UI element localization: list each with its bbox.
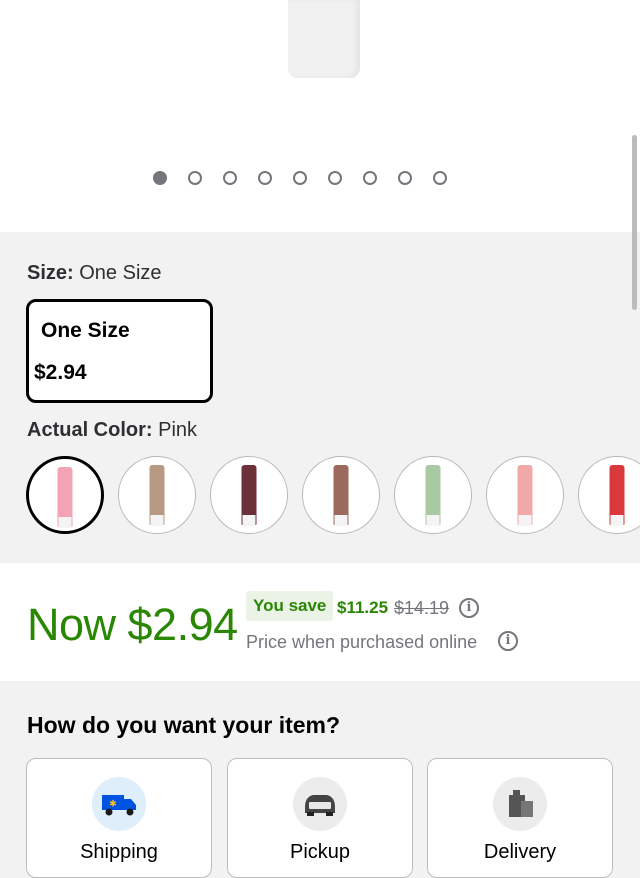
current-price: Now $2.94 [27,599,238,650]
online-price-note: Price when purchased online [246,632,478,652]
swatch-product-thumbnail [517,465,533,526]
info-icon[interactable]: i [459,598,479,618]
swatch-product-thumbnail [609,465,625,526]
price-section: Now $2.94 You save $11.25 $14.19 i Price… [0,563,640,681]
delivery-bag-icon [493,777,547,831]
color-label: Actual Color: [27,419,153,441]
size-option-price: $2.94 [34,361,87,384]
fulfillment-label: Shipping [80,841,158,863]
fulfillment-option-delivery[interactable]: Delivery [427,758,613,878]
product-image [288,0,360,78]
color-swatch[interactable] [210,456,288,534]
swatch-product-thumbnail [333,465,349,526]
fulfillment-label: Pickup [289,841,351,863]
swatch-product-thumbnail [241,465,257,526]
fulfillment-option-shipping[interactable]: ✱ Shipping [26,758,212,878]
size-label: Size: [27,262,74,284]
size-value: One Size [79,262,162,284]
swatch-product-thumbnail [425,465,441,526]
size-label-line: Size: One Size [27,262,162,285]
fulfillment-label: Delivery [483,841,557,863]
color-value: Pink [158,419,198,441]
svg-text:✱: ✱ [109,800,117,810]
color-swatch[interactable] [486,456,564,534]
carousel-dot[interactable] [153,171,167,185]
carousel-dot[interactable] [293,171,307,185]
fulfillment-title: How do you want your item? [27,712,341,738]
page-scrollbar[interactable] [632,135,637,310]
fulfillment-option-pickup[interactable]: Pickup [227,758,413,878]
carousel-dot[interactable] [328,171,342,185]
color-swatch[interactable] [118,456,196,534]
color-swatch[interactable] [578,456,640,534]
carousel-dot[interactable] [363,171,377,185]
pickup-car-icon [293,777,347,831]
color-swatch[interactable] [26,456,104,534]
carousel-dot[interactable] [398,171,412,185]
size-option-name: One Size [41,319,130,342]
swatch-product-thumbnail [57,467,73,528]
carousel-dot[interactable] [188,171,202,185]
color-swatch[interactable] [394,456,472,534]
color-label-line: Actual Color: Pink [27,419,197,442]
carousel-dot[interactable] [258,171,272,185]
fulfillment-section: How do you want your item? ✱ Shipping Pi… [0,681,640,878]
carousel-dots [153,171,447,185]
save-amount: $11.25 [337,598,389,617]
info-icon[interactable]: i [498,631,518,651]
carousel-dot[interactable] [433,171,447,185]
color-swatch[interactable] [302,456,380,534]
product-image-carousel[interactable] [0,0,640,232]
swatch-product-thumbnail [149,465,165,526]
was-price: $14.19 [394,598,450,618]
shipping-truck-icon: ✱ [92,777,146,831]
carousel-dot[interactable] [223,171,237,185]
you-save-badge: You save [246,591,334,621]
size-option-one-size[interactable]: One Size $2.94 [26,299,213,403]
color-swatches [26,456,640,534]
